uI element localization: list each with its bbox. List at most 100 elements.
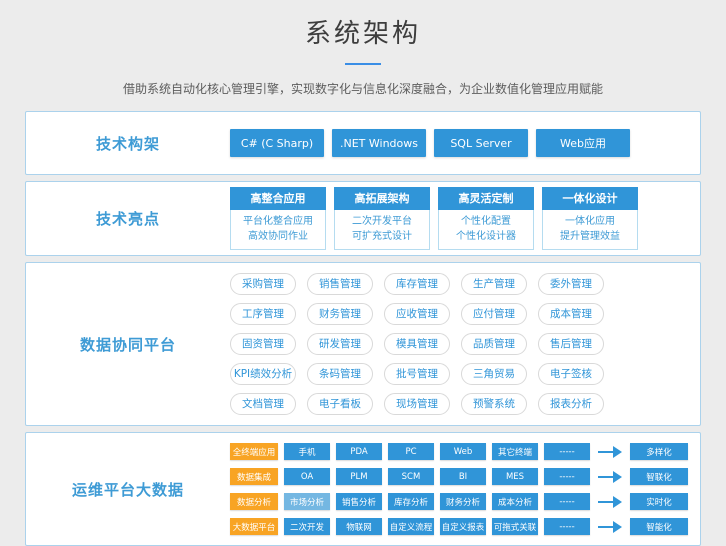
ops-row: 大数据平台 二次开发 物联网 自定义流程 自定义报表 可拖式关联 ----- 智… xyxy=(230,518,688,535)
ops-row: 全终端应用 手机 PDA PC Web 其它终端 ----- 多样化 xyxy=(230,443,688,460)
right-arrow-icon xyxy=(598,496,622,508)
module-chip: 库存管理 xyxy=(384,273,450,295)
tech-framework-items: C# (C Sharp) .NET Windows SQL Server Web… xyxy=(230,112,630,174)
module-chip: 财务管理 xyxy=(307,303,373,325)
module-chip: 电子签核 xyxy=(538,363,604,385)
ops-result-chip: 智能化 xyxy=(630,518,688,535)
ops-item-chip: 销售分析 xyxy=(336,493,382,510)
ops-item-chip: MES xyxy=(492,468,538,485)
highlight-card-title: 一体化设计 xyxy=(542,187,638,210)
right-arrow-icon xyxy=(598,471,622,483)
ops-item-chip: 财务分析 xyxy=(440,493,486,510)
section-label-ops-platform: 运维平台大数据 xyxy=(26,479,230,500)
highlight-line: 个性化设计器 xyxy=(439,229,533,244)
data-platform-grid: 采购管理 销售管理 库存管理 生产管理 委外管理 工序管理 财务管理 应收管理 … xyxy=(230,263,608,425)
tech-chip: C# (C Sharp) xyxy=(230,129,324,157)
module-chip: 条码管理 xyxy=(307,363,373,385)
module-chip: 文档管理 xyxy=(230,393,296,415)
tech-chip: Web应用 xyxy=(536,129,630,157)
ops-item-chip: ----- xyxy=(544,443,590,460)
ops-category-badge: 数据分析 xyxy=(230,493,278,510)
module-chip: 固资管理 xyxy=(230,333,296,355)
highlight-line: 个性化配置 xyxy=(439,214,533,229)
ops-category-badge: 数据集成 xyxy=(230,468,278,485)
tech-chip: .NET Windows xyxy=(332,129,426,157)
ops-item-chip: 可拖式关联 xyxy=(492,518,538,535)
ops-result-chip: 多样化 xyxy=(630,443,688,460)
section-label-tech-highlights: 技术亮点 xyxy=(26,208,230,229)
section-tech-framework: 技术构架 C# (C Sharp) .NET Windows SQL Serve… xyxy=(25,111,701,175)
highlight-card-body: 个性化配置 个性化设计器 xyxy=(438,210,534,250)
highlight-card-body: 二次开发平台 可扩充式设计 xyxy=(334,210,430,250)
ops-result-chip: 实时化 xyxy=(630,493,688,510)
page-header: 系统架构 借助系统自动化核心管理引擎，实现数字化与信息化深度融合，为企业数值化管… xyxy=(0,0,726,97)
ops-item-chip: SCM xyxy=(388,468,434,485)
section-label-tech-framework: 技术构架 xyxy=(26,133,230,154)
highlight-card-body: 一体化应用 提升管理效益 xyxy=(542,210,638,250)
module-chip: 电子看板 xyxy=(307,393,373,415)
ops-item-chip: 成本分析 xyxy=(492,493,538,510)
ops-item-chip: ----- xyxy=(544,518,590,535)
ops-item-chip: 其它终端 xyxy=(492,443,538,460)
ops-category-badge: 大数据平台 xyxy=(230,518,278,535)
highlight-card-title: 高整合应用 xyxy=(230,187,326,210)
highlight-line: 高效协同作业 xyxy=(231,229,325,244)
module-chip: 应收管理 xyxy=(384,303,450,325)
module-chip: 工序管理 xyxy=(230,303,296,325)
ops-item-chip: PDA xyxy=(336,443,382,460)
module-chip: 销售管理 xyxy=(307,273,373,295)
highlight-card: 一体化设计 一体化应用 提升管理效益 xyxy=(542,187,638,250)
module-chip: 研发管理 xyxy=(307,333,373,355)
section-tech-highlights: 技术亮点 高整合应用 平台化整合应用 高效协同作业 高拓展架构 二次开发平台 可… xyxy=(25,181,701,256)
section-ops-platform: 运维平台大数据 全终端应用 手机 PDA PC Web 其它终端 ----- 多… xyxy=(25,432,701,546)
tech-highlight-cards: 高整合应用 平台化整合应用 高效协同作业 高拓展架构 二次开发平台 可扩充式设计… xyxy=(230,182,638,255)
module-chip: KPI绩效分析 xyxy=(230,363,296,385)
module-chip: 模具管理 xyxy=(384,333,450,355)
module-chip: 应付管理 xyxy=(461,303,527,325)
module-chip: 售后管理 xyxy=(538,333,604,355)
ops-item-chip: 物联网 xyxy=(336,518,382,535)
ops-item-chip: ----- xyxy=(544,468,590,485)
module-chip: 品质管理 xyxy=(461,333,527,355)
module-chip: 生产管理 xyxy=(461,273,527,295)
ops-item-chip: PC xyxy=(388,443,434,460)
ops-item-chip: PLM xyxy=(336,468,382,485)
module-chip: 采购管理 xyxy=(230,273,296,295)
highlight-card: 高拓展架构 二次开发平台 可扩充式设计 xyxy=(334,187,430,250)
highlight-line: 可扩充式设计 xyxy=(335,229,429,244)
section-label-data-platform: 数据协同平台 xyxy=(26,334,230,355)
ops-item-chip: BI xyxy=(440,468,486,485)
module-chip: 三角贸易 xyxy=(461,363,527,385)
ops-row: 数据集成 OA PLM SCM BI MES ----- 智联化 xyxy=(230,468,688,485)
tech-chip: SQL Server xyxy=(434,129,528,157)
highlight-line: 提升管理效益 xyxy=(543,229,637,244)
module-chip: 批号管理 xyxy=(384,363,450,385)
highlight-card-body: 平台化整合应用 高效协同作业 xyxy=(230,210,326,250)
section-data-platform: 数据协同平台 采购管理 销售管理 库存管理 生产管理 委外管理 工序管理 财务管… xyxy=(25,262,701,426)
page-title: 系统架构 xyxy=(0,13,726,50)
ops-item-chip: 市场分析 xyxy=(284,493,330,510)
ops-category-badge: 全终端应用 xyxy=(230,443,278,460)
ops-item-chip: ----- xyxy=(544,493,590,510)
highlight-line: 平台化整合应用 xyxy=(231,214,325,229)
highlight-line: 一体化应用 xyxy=(543,214,637,229)
module-chip: 预警系统 xyxy=(461,393,527,415)
highlight-card-title: 高拓展架构 xyxy=(334,187,430,210)
page-subtitle: 借助系统自动化核心管理引擎，实现数字化与信息化深度融合，为企业数值化管理应用赋能 xyxy=(0,80,726,97)
ops-row: 数据分析 市场分析 销售分析 库存分析 财务分析 成本分析 ----- 实时化 xyxy=(230,493,688,510)
module-chip: 委外管理 xyxy=(538,273,604,295)
ops-item-chip: 自定义流程 xyxy=(388,518,434,535)
highlight-line: 二次开发平台 xyxy=(335,214,429,229)
ops-platform-rows: 全终端应用 手机 PDA PC Web 其它终端 ----- 多样化 数据集成 … xyxy=(230,433,688,545)
ops-item-chip: 库存分析 xyxy=(388,493,434,510)
highlight-card: 高整合应用 平台化整合应用 高效协同作业 xyxy=(230,187,326,250)
module-chip: 报表分析 xyxy=(538,393,604,415)
module-chip: 现场管理 xyxy=(384,393,450,415)
right-arrow-icon xyxy=(598,446,622,458)
highlight-card-title: 高灵活定制 xyxy=(438,187,534,210)
title-divider xyxy=(345,63,381,65)
ops-item-chip: 二次开发 xyxy=(284,518,330,535)
ops-item-chip: 手机 xyxy=(284,443,330,460)
right-arrow-icon xyxy=(598,521,622,533)
module-chip: 成本管理 xyxy=(538,303,604,325)
